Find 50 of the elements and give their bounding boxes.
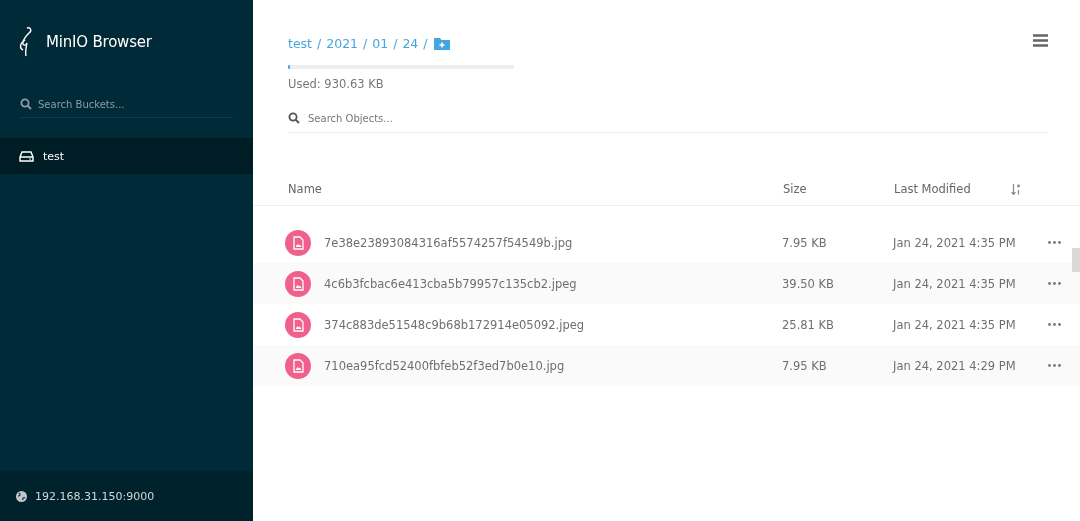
modified-date: Jan 24, 2021 4:35 PM [893, 235, 1017, 250]
modified-date: Jan 24, 2021 4:35 PM [893, 276, 1017, 291]
modified-date: Jan 24, 2021 4:29 PM [893, 358, 1017, 373]
file-size: 25.81 KB [782, 317, 835, 332]
host-address: 192.168.31.150:9000 [35, 489, 155, 503]
file-size: 39.50 KB [782, 276, 835, 291]
file-name[interactable]: 710ea95fcd52400fbfeb52f3ed7b0e10.jpg [324, 358, 782, 373]
image-file-icon [285, 270, 311, 297]
column-header[interactable]: Last Modified [894, 182, 1011, 196]
path-separator: / [423, 36, 428, 51]
breadcrumb-link[interactable]: 24 [402, 36, 419, 51]
app-name: MinIO Browser [46, 33, 152, 51]
image-file-icon [285, 352, 311, 379]
more-icon [1048, 323, 1061, 326]
column-header[interactable]: Name [288, 182, 783, 196]
sort-icon[interactable] [1011, 183, 1021, 195]
bird-logo-icon [18, 26, 34, 58]
file-name[interactable]: 374c883de51548c9b68b172914e05092.jpeg [324, 317, 782, 332]
modified-date: Jan 24, 2021 4:35 PM [893, 317, 1017, 332]
drive-icon [19, 150, 34, 162]
menu-button[interactable] [1033, 34, 1048, 50]
scrollbar-thumb[interactable] [1072, 248, 1080, 272]
search-icon [20, 98, 32, 110]
more-button[interactable] [1046, 239, 1063, 246]
search-icon [288, 112, 300, 124]
file-size: 7.95 KB [782, 235, 828, 250]
path-separator: / [317, 36, 322, 51]
usage-label: Used: 930.63 KB [288, 77, 384, 91]
file-size: 7.95 KB [782, 358, 828, 373]
more-button[interactable] [1046, 321, 1063, 328]
more-icon [1048, 282, 1061, 285]
file-name[interactable]: 4c6b3fcbac6e413cba5b79957c135cb2.jpeg [324, 276, 782, 291]
bucket-item[interactable]: test [0, 138, 253, 174]
more-button[interactable] [1046, 280, 1063, 287]
menu-icon [1033, 34, 1048, 47]
more-icon [1048, 364, 1061, 367]
search-field[interactable]: Search Buckets... [38, 98, 218, 110]
path-separator: / [363, 36, 368, 51]
image-file-icon [285, 229, 311, 256]
globe-icon [16, 490, 27, 502]
file-name[interactable]: 7e38e23893084316af5574257f54549b.jpg [324, 235, 782, 250]
add-folder-icon[interactable] [433, 37, 450, 50]
image-file-icon [285, 311, 311, 338]
breadcrumb-link[interactable]: test [288, 36, 312, 51]
breadcrumb-link[interactable]: 01 [372, 36, 389, 51]
column-header[interactable]: Size [783, 182, 894, 196]
more-button[interactable] [1046, 362, 1063, 369]
breadcrumb-link[interactable]: 2021 [326, 36, 359, 51]
path-separator: / [393, 36, 398, 51]
more-icon [1048, 241, 1061, 244]
